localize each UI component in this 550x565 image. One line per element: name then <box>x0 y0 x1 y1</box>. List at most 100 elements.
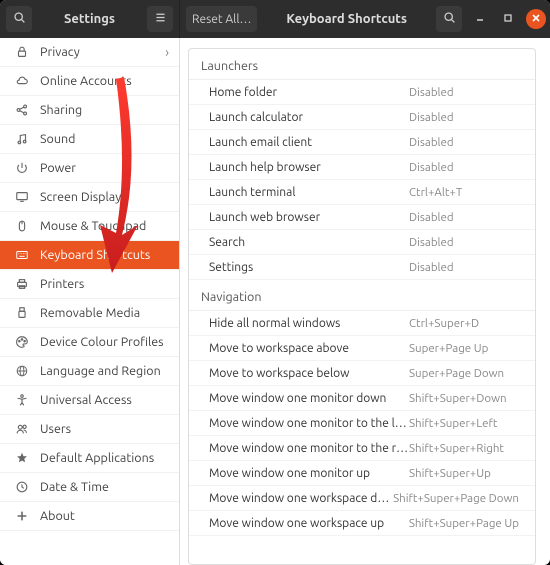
app-title: Settings <box>36 12 143 26</box>
sidebar-item-label: Power <box>40 161 169 175</box>
window-close-button[interactable] <box>526 9 546 29</box>
shortcut-value: Super+Page Up <box>409 342 519 355</box>
sidebar-item-label: Universal Access <box>40 393 169 407</box>
display-icon <box>12 190 32 204</box>
hamburger-icon <box>154 11 167 27</box>
shortcut-name: Search <box>209 236 409 249</box>
lock-icon <box>12 45 32 59</box>
shortcut-row[interactable]: Hide all normal windowsCtrl+Super+D <box>189 311 535 336</box>
settings-window: Settings Reset All… Keyboard Shortcuts <box>0 0 550 565</box>
sidebar-item-label: Privacy <box>40 45 165 59</box>
shortcut-row[interactable]: SearchDisabled <box>189 230 535 255</box>
sidebar-item-printers[interactable]: Printers <box>0 270 179 299</box>
shortcut-row[interactable]: Launch web browserDisabled <box>189 205 535 230</box>
shortcut-name: Hide all normal windows <box>209 317 409 330</box>
cloud-icon <box>12 74 32 88</box>
shortcut-row[interactable]: Move window one workspace downShift+Supe… <box>189 486 535 511</box>
sidebar-item-default-apps[interactable]: Default Applications <box>0 444 179 473</box>
shortcut-name: Home folder <box>209 86 409 99</box>
sidebar-item-power[interactable]: Power <box>0 154 179 183</box>
sidebar-item-label: Default Applications <box>40 451 169 465</box>
sidebar-item-keyboard-shortcuts[interactable]: Keyboard Shortcuts <box>0 241 179 270</box>
search-icon <box>443 11 456 27</box>
sidebar-item-label: Keyboard Shortcuts <box>40 248 169 262</box>
keyboard-icon <box>12 248 32 262</box>
shortcut-value: Super+Page Down <box>409 367 519 380</box>
sidebar-item-privacy[interactable]: Privacy› <box>0 38 179 67</box>
section-header: Navigation <box>189 280 535 311</box>
sidebar-item-label: Language and Region <box>40 364 169 378</box>
section-header: Launchers <box>189 49 535 80</box>
page-title: Keyboard Shortcuts <box>261 12 432 26</box>
shortcut-row[interactable]: Move window one monitor upShift+Super+Up <box>189 461 535 486</box>
shortcut-name: Move window one workspace down <box>209 492 393 505</box>
shortcut-name: Launch help browser <box>209 161 409 174</box>
sidebar-item-label: Sharing <box>40 103 169 117</box>
shortcut-row[interactable]: Launch help browserDisabled <box>189 155 535 180</box>
sidebar-item-label: Removable Media <box>40 306 169 320</box>
shortcut-value: Shift+Super+Down <box>409 392 519 405</box>
globe-icon <box>12 364 32 378</box>
search-sidebar-button[interactable] <box>6 6 32 32</box>
shortcut-row[interactable]: Launch calculatorDisabled <box>189 105 535 130</box>
shortcut-name: Move to workspace below <box>209 367 409 380</box>
sidebar-item-mouse-touchpad[interactable]: Mouse & Touchpad <box>0 212 179 241</box>
shortcut-name: Launch web browser <box>209 211 409 224</box>
shortcuts-list[interactable]: LaunchersHome folderDisabledLaunch calcu… <box>188 48 536 565</box>
shortcut-row[interactable]: Launch terminalCtrl+Alt+T <box>189 180 535 205</box>
window-maximize-button[interactable] <box>498 9 518 29</box>
sidebar-item-sharing[interactable]: Sharing <box>0 96 179 125</box>
shortcut-name: Launch calculator <box>209 111 409 124</box>
printer-icon <box>12 277 32 291</box>
sidebar-item-universal-access[interactable]: Universal Access <box>0 386 179 415</box>
sidebar-item-label: Mouse & Touchpad <box>40 219 169 233</box>
shortcut-name: Move window one monitor to the right <box>209 442 409 455</box>
sidebar-item-colour[interactable]: Device Colour Profiles <box>0 328 179 357</box>
shortcut-name: Launch terminal <box>209 186 409 199</box>
shortcut-row[interactable]: Move to workspace aboveSuper+Page Up <box>189 336 535 361</box>
shortcut-name: Settings <box>209 261 409 274</box>
sidebar-item-sound[interactable]: Sound <box>0 125 179 154</box>
sidebar-item-label: Screen Display <box>40 190 169 204</box>
sidebar-item-region[interactable]: Language and Region <box>0 357 179 386</box>
clock-icon <box>12 480 32 494</box>
search-main-button[interactable] <box>436 6 462 32</box>
maximize-icon <box>503 12 513 26</box>
usb-icon <box>12 306 32 320</box>
shortcut-value: Disabled <box>409 136 519 149</box>
content: Privacy›Online Accounts Sharing Sound Power… <box>0 38 550 565</box>
window-minimize-button[interactable] <box>470 9 490 29</box>
shortcut-value: Ctrl+Alt+T <box>409 186 519 199</box>
shortcut-row[interactable]: Home folderDisabled <box>189 80 535 105</box>
palette-icon <box>12 335 32 349</box>
sidebar-item-label: Sound <box>40 132 169 146</box>
minimize-icon <box>475 12 485 26</box>
shortcut-row[interactable]: Move window one workspace upShift+Super+… <box>189 511 535 536</box>
sidebar-item-screen-display[interactable]: Screen Display <box>0 183 179 212</box>
sidebar-item-date-time[interactable]: Date & Time <box>0 473 179 502</box>
sidebar-item-label: Printers <box>40 277 169 291</box>
shortcut-row[interactable]: Move window one monitor to the leftShift… <box>189 411 535 436</box>
reset-all-button[interactable]: Reset All… <box>186 6 257 32</box>
shortcut-value: Disabled <box>409 261 519 274</box>
sidebar-item-about[interactable]: About <box>0 502 179 531</box>
sidebar[interactable]: Privacy›Online Accounts Sharing Sound Power… <box>0 38 180 565</box>
shortcut-value: Disabled <box>409 86 519 99</box>
share-icon <box>12 103 32 117</box>
shortcut-row[interactable]: SettingsDisabled <box>189 255 535 280</box>
shortcut-row[interactable]: Launch email clientDisabled <box>189 130 535 155</box>
menu-button[interactable] <box>147 6 173 32</box>
shortcut-name: Move window one workspace up <box>209 517 409 530</box>
shortcut-row[interactable]: Move window one monitor downShift+Super+… <box>189 386 535 411</box>
sidebar-item-users[interactable]: Users <box>0 415 179 444</box>
sidebar-item-label: Users <box>40 422 169 436</box>
users-icon <box>12 422 32 436</box>
sidebar-item-online-accounts[interactable]: Online Accounts <box>0 67 179 96</box>
sidebar-item-removable-media[interactable]: Removable Media <box>0 299 179 328</box>
music-icon <box>12 132 32 146</box>
star-icon <box>12 451 32 465</box>
shortcut-row[interactable]: Move to workspace belowSuper+Page Down <box>189 361 535 386</box>
shortcut-value: Disabled <box>409 236 519 249</box>
shortcut-value: Shift+Super+Left <box>409 417 519 430</box>
shortcut-row[interactable]: Move window one monitor to the rightShif… <box>189 436 535 461</box>
